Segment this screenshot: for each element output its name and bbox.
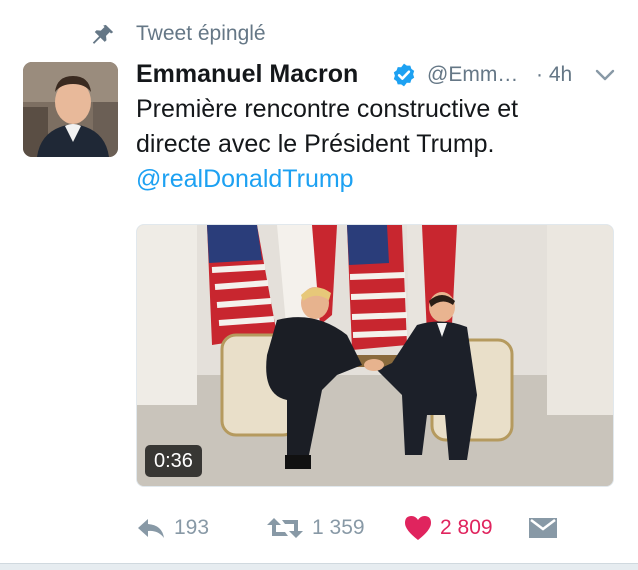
tweet-timestamp[interactable]: · 4h — [536, 60, 572, 90]
tweet-divider — [0, 563, 638, 570]
tweet-text: Première rencontre constructive et direc… — [136, 92, 616, 197]
video-thumbnail — [137, 225, 613, 486]
retweet-button[interactable]: 1 359 — [266, 508, 365, 548]
reply-icon — [138, 519, 164, 538]
verified-badge-icon — [393, 63, 415, 87]
author-handle[interactable]: @Emm… — [427, 60, 518, 90]
envelope-icon — [529, 518, 557, 538]
author-name[interactable]: Emmanuel Macron — [136, 58, 358, 90]
like-count: 2 809 — [440, 516, 493, 539]
heart-icon — [405, 516, 431, 540]
tweet-header: Emmanuel Macron @Emm… · 4h — [136, 58, 626, 92]
reply-count: 193 — [174, 516, 210, 539]
reply-button[interactable]: 193 — [136, 508, 209, 548]
pinned-label: Tweet épinglé — [136, 22, 266, 45]
chevron-down-icon[interactable] — [594, 66, 616, 84]
tweet-actions: 193 1 359 2 809 — [136, 508, 626, 548]
mention-link[interactable]: @realDonaldTrump — [136, 162, 616, 197]
retweet-count: 1 359 — [312, 516, 365, 539]
pinned-row: Tweet épinglé — [0, 18, 638, 50]
like-button[interactable]: 2 809 — [404, 508, 493, 548]
retweet-icon — [267, 518, 303, 538]
avatar[interactable] — [23, 62, 118, 157]
video-player[interactable]: 0:36 — [136, 224, 614, 487]
direct-message-button[interactable] — [528, 508, 558, 548]
tweet-text-line2: directe avec le Président Trump. — [136, 130, 495, 158]
pin-icon — [92, 24, 114, 44]
video-duration-badge: 0:36 — [145, 445, 202, 477]
tweet-text-line1: Première rencontre constructive et — [136, 95, 519, 123]
